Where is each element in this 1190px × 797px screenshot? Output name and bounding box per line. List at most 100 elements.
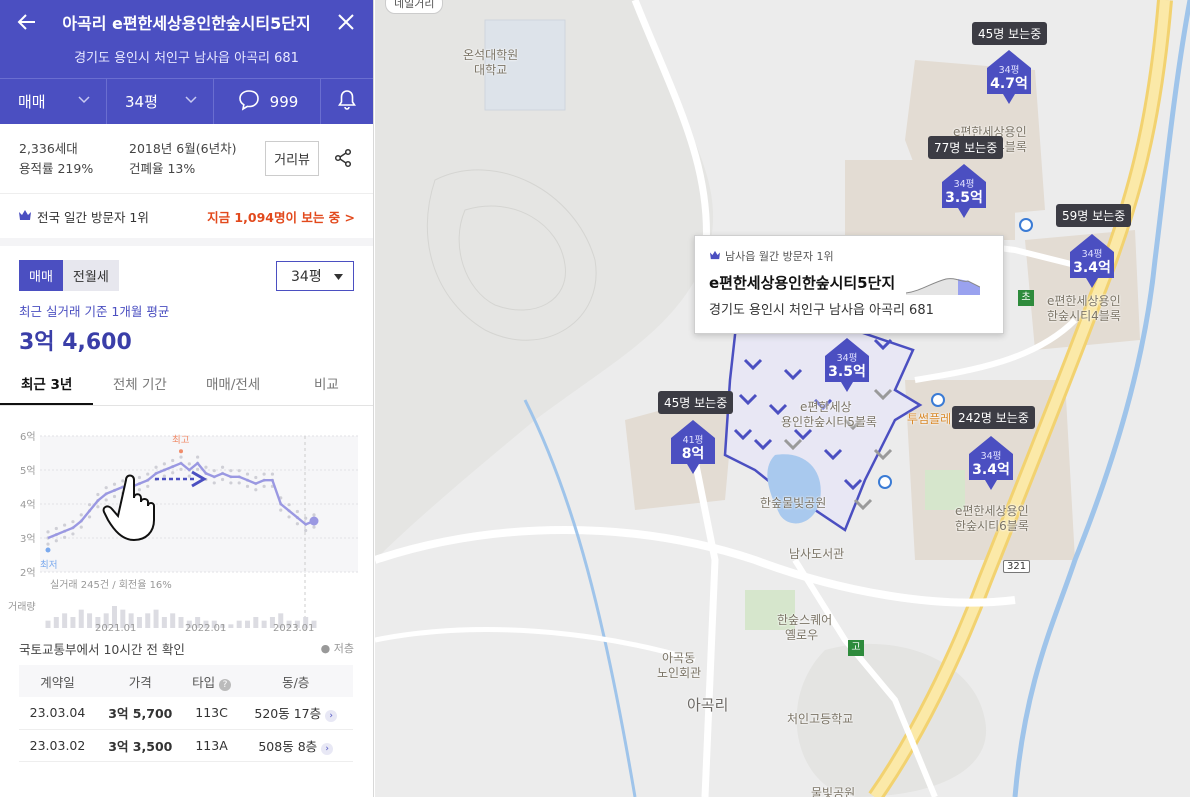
complex-info: 2,336세대 용적률 219% 2018년 6월(6년차) 건폐율 13% 거… (0, 124, 373, 194)
chevron-right-icon[interactable]: › (321, 742, 334, 755)
chart-trade-dot (96, 492, 100, 497)
help-icon[interactable]: ? (219, 678, 232, 691)
viewer-count-badge[interactable]: 59명 보는중 (1056, 204, 1132, 227)
map-label-high-school: 처인고등학교 (787, 712, 854, 726)
chevron-right-icon[interactable]: › (325, 710, 338, 723)
complex-popup[interactable]: 남사읍 월간 방문자 1위 e편한세상용인한숲시티5단지 경기도 용인시 처인구… (694, 235, 1004, 334)
lowest-floor-legend: ● 저층 (320, 642, 354, 655)
size-dropdown[interactable]: 34평 (107, 79, 214, 124)
live-viewers-link[interactable]: 지금 1,094명이 보는 중 > (207, 207, 355, 226)
back-arrow-icon[interactable] (16, 11, 38, 33)
chart-high-marker (179, 449, 183, 454)
chart-trade-dot (179, 467, 183, 471)
table-row[interactable]: 23.03.02 3억 3,500 113A 508동 8층 › (19, 729, 353, 762)
tab-sale-jeonse[interactable]: 매매/전세 (187, 368, 280, 405)
chart-trade-dot (304, 528, 308, 533)
viewer-count-badge[interactable]: 45명 보는중 (972, 22, 1048, 45)
chart-low-marker (45, 547, 51, 553)
price-marker[interactable]: 34평 3.4억 (1068, 232, 1116, 288)
close-icon[interactable] (335, 11, 357, 33)
chart-volume-bar (145, 613, 151, 628)
chart-trade-dot (104, 498, 108, 502)
map-label-square-2: 옐로우 (785, 628, 819, 642)
chart-trade-dot (112, 482, 117, 486)
chart-trade-dot (212, 481, 216, 485)
households: 2,336세대 (19, 140, 78, 156)
tx-unit: 508동 8층 › (238, 729, 353, 762)
segment-sale[interactable]: 매매 (19, 260, 63, 291)
chart-trade-dot (204, 465, 208, 469)
map-label-block5-bottom: 용인한숲시티5블록 (781, 415, 877, 429)
chart-trade-dot (71, 520, 75, 524)
viewer-count-badge[interactable]: 242명 보는중 (952, 406, 1035, 429)
tab-compare[interactable]: 비교 (280, 368, 373, 405)
share-icon[interactable] (333, 148, 355, 170)
period-tabs: 최근 3년 전체 기간 매매/전세 비교 (0, 368, 373, 406)
chart-trade-dot (295, 522, 299, 526)
chart-high-label: 최고 (172, 435, 190, 446)
map-top-tag[interactable]: 네일거리 (385, 0, 444, 14)
chart-trade-dot (146, 472, 150, 476)
chart-volume-bar (261, 620, 267, 628)
elementary-school-icon[interactable]: 초 (1018, 290, 1034, 306)
chart-trade-dot (46, 530, 50, 534)
price-marker-selected[interactable]: 34평 3.5억 (823, 336, 871, 392)
trade-segment: 매매 전월세 (19, 260, 119, 291)
popup-rank: 남사읍 월간 방문자 1위 (725, 250, 834, 263)
chart-trade-dot (137, 475, 142, 480)
viewer-count-badge[interactable]: 45명 보는중 (658, 391, 734, 414)
trade-type-dropdown[interactable]: 매매 (0, 79, 107, 124)
chart-trade-dot (112, 494, 117, 499)
comments-button[interactable]: 999 (214, 79, 321, 124)
coverage-ratio: 건폐율 13% (129, 160, 196, 176)
chart-trade-dot (63, 523, 67, 527)
tab-recent-3y[interactable]: 최근 3년 (0, 368, 94, 405)
bus-stop-icon[interactable] (1019, 218, 1033, 232)
chart-trade-dot (104, 486, 108, 490)
price-chart-svg: 6억 5억 4억 3억 2억 최고최저실거래 245건 / 회전율 16% 거래량 2021.… (8, 431, 358, 631)
ranking-label: 전국 일간 방문자 1위 (37, 209, 149, 225)
chart-trade-dot (312, 513, 316, 517)
map-label-library: 남사도서관 (789, 547, 845, 561)
segment-rent[interactable]: 전월세 (62, 260, 119, 291)
chart-x-tick: 2023.01 (273, 623, 314, 631)
bus-stop-icon[interactable] (878, 475, 892, 489)
marker-price: 3.4억 (972, 462, 1010, 478)
table-row[interactable]: 23.03.04 3억 5,700 113C 520동 17층 › (19, 697, 353, 730)
tab-all-period[interactable]: 전체 기간 (93, 368, 186, 405)
viewer-count-badge[interactable]: 77명 보는중 (928, 136, 1004, 159)
chart-y-tick: 2억 (20, 567, 36, 579)
high-school-icon[interactable]: 고 (848, 640, 864, 656)
chart-trade-dot (220, 465, 225, 469)
price-marker[interactable]: 34평 3.5억 (940, 162, 988, 218)
price-marker[interactable]: 41평 8억 (669, 418, 717, 474)
map-label-park: 한숲물빛공원 (760, 496, 827, 510)
tx-date: 23.03.04 (19, 697, 96, 730)
chart-trade-dot (279, 508, 283, 512)
chart-trade-dot (79, 513, 83, 517)
chart-trade-dot (87, 515, 92, 519)
map-view[interactable]: 네일거리 온석대학원 대학교 e편한세상용인 한숲시티4블록 e편한세상용인 한… (375, 0, 1190, 797)
area-type-select[interactable]: 34평 (276, 260, 354, 291)
map-label-park-2: 물빛공원 (811, 786, 856, 797)
chart-trade-dot (229, 469, 233, 473)
chart-trade-dot (63, 535, 67, 539)
chart-trade-dot (270, 472, 275, 476)
chart-low-label: 최저 (40, 560, 57, 571)
map-background (375, 0, 1190, 797)
bus-stop-icon[interactable] (931, 393, 945, 407)
alert-bell-button[interactable] (321, 79, 373, 124)
chart-trade-dot (237, 481, 241, 485)
price-chart[interactable]: 6억 5억 4억 3억 2억 최고 최저 실거래 245건 / 회전율 16% 거래량 2021.… (0, 406, 373, 631)
col-type: 타입 ? (184, 665, 239, 697)
price-caption: 최근 실거래 기준 1개월 평균 (19, 304, 170, 319)
col-unit: 동/층 (238, 665, 353, 697)
chart-y-tick: 6억 (20, 431, 36, 443)
chart-trade-dot (179, 455, 183, 459)
price-marker[interactable]: 34평 3.4억 (967, 434, 1015, 490)
route-321-badge: 321 (1003, 560, 1031, 573)
floor-area-ratio: 용적률 219% (19, 160, 94, 176)
street-view-button[interactable]: 거리뷰 (265, 141, 319, 176)
price-marker[interactable]: 34평 4.7억 (985, 48, 1033, 104)
col-date: 계약일 (19, 665, 96, 697)
